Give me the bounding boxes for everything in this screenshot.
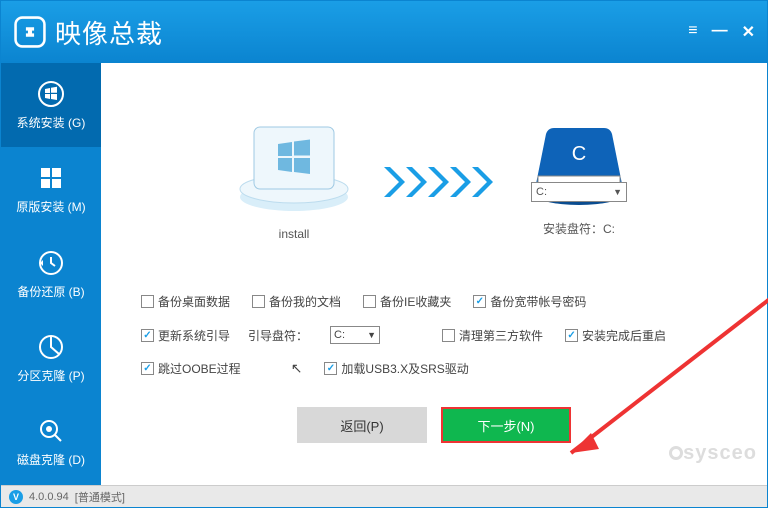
boot-drive-label: 引导盘符：: [248, 327, 308, 344]
source-caption: install: [279, 227, 310, 241]
window-buttons: ≡ ― ✕: [688, 22, 755, 42]
sidebar-item-system-install[interactable]: 系统安装 (G): [1, 63, 101, 147]
sidebar-item-label: 分区克隆 (P): [17, 367, 84, 384]
cb-load-usb3-srs[interactable]: 加载USB3.X及SRS驱动: [324, 360, 468, 377]
sidebar-item-label: 原版安装 (M): [16, 198, 85, 215]
options-row-2: 更新系统引导 引导盘符： C: ▼ 清理第三方软件 安装完成后重启: [141, 326, 727, 344]
version-text: 4.0.0.94: [29, 491, 69, 503]
target-caption: 安装盘符：C:: [543, 220, 615, 237]
cursor-icon: ↖: [291, 360, 303, 377]
install-disc-icon: [234, 123, 354, 213]
back-button[interactable]: 返回(P): [297, 407, 427, 443]
minimize-button[interactable]: ―: [712, 22, 728, 42]
options-row-3: 跳过OOBE过程 ↖ 加载USB3.X及SRS驱动: [141, 360, 727, 377]
app-logo-icon: [13, 15, 47, 49]
cb-skip-oobe[interactable]: 跳过OOBE过程: [141, 360, 241, 377]
arrow-chevrons-icon: [384, 162, 494, 202]
tiles-icon: [37, 164, 65, 192]
sidebar-item-disk-clone[interactable]: 磁盘克隆 (D): [1, 401, 101, 485]
dropdown-triangle-icon: ▼: [613, 187, 622, 197]
sidebar-item-partition-clone[interactable]: 分区克隆 (P): [1, 316, 101, 400]
cb-backup-desktop[interactable]: 备份桌面数据: [141, 293, 230, 310]
clock-back-icon: [37, 249, 65, 277]
statusbar: V 4.0.0.94 [普通模式]: [1, 485, 767, 507]
cb-backup-pppoe[interactable]: 备份宽带帐号密码: [473, 293, 586, 310]
partition-icon: [37, 333, 65, 361]
windows-icon: [37, 80, 65, 108]
sidebar-item-label: 备份还原 (B): [17, 283, 84, 300]
sidebar-item-label: 磁盘克隆 (D): [17, 451, 85, 468]
boot-drive-select[interactable]: C: ▼: [330, 326, 380, 344]
options-area: 备份桌面数据 备份我的文档 备份IE收藏夹 备份宽带帐号密码 更新系统引导 引导…: [141, 293, 727, 377]
target-drive-col: C C: ▼ 安装盘符：C:: [524, 128, 634, 237]
button-row: 返回(P) 下一步(N): [101, 407, 767, 443]
sidebar-item-original-install[interactable]: 原版安装 (M): [1, 147, 101, 231]
target-drive-value: C:: [536, 186, 547, 198]
mode-text: [普通模式]: [75, 489, 125, 505]
disk-search-icon: [37, 417, 65, 445]
sidebar-item-backup-restore[interactable]: 备份还原 (B): [1, 232, 101, 316]
next-button[interactable]: 下一步(N): [441, 407, 571, 443]
cb-update-boot[interactable]: 更新系统引导: [141, 327, 230, 344]
sidebar-item-label: 系统安装 (G): [17, 114, 86, 131]
source-image-col: install: [234, 123, 354, 241]
options-row-1: 备份桌面数据 备份我的文档 备份IE收藏夹 备份宽带帐号密码: [141, 293, 727, 310]
dropdown-triangle-icon: ▼: [367, 330, 376, 340]
svg-text:C: C: [572, 143, 586, 165]
cb-backup-ie-fav[interactable]: 备份IE收藏夹: [363, 293, 451, 310]
cb-backup-documents[interactable]: 备份我的文档: [252, 293, 341, 310]
menu-button[interactable]: ≡: [688, 22, 697, 42]
titlebar: 映像总裁 ≡ ― ✕: [1, 1, 767, 63]
cb-clean-3rdparty[interactable]: 清理第三方软件: [442, 327, 543, 344]
target-drive-select[interactable]: C: ▼: [531, 182, 627, 202]
watermark: sysceo: [669, 442, 757, 465]
sidebar: 系统安装 (G) 原版安装 (M) 备份还原 (B) 分区克隆 (P) 磁盘克隆…: [1, 63, 101, 485]
main-panel: install C: [101, 63, 767, 485]
cb-reboot-after[interactable]: 安装完成后重启: [565, 327, 666, 344]
close-button[interactable]: ✕: [742, 22, 755, 42]
visual-row: install C: [101, 123, 767, 241]
app-title: 映像总裁: [55, 14, 163, 51]
version-badge-icon: V: [9, 490, 23, 504]
